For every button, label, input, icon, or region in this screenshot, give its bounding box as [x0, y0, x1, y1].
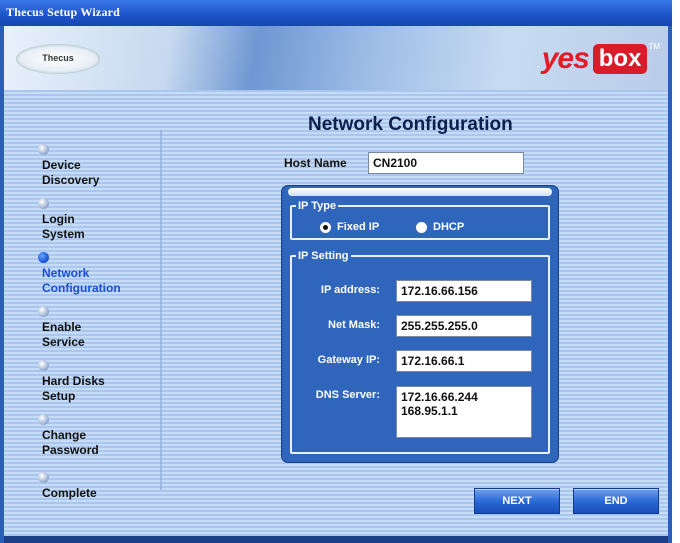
- step-bullet-icon: [38, 414, 49, 425]
- yesbox-logo: yes box TM: [542, 42, 660, 76]
- step-bullet-icon: [38, 472, 49, 483]
- end-button[interactable]: END: [573, 488, 659, 514]
- step-network-configuration: Network Configuration: [38, 252, 121, 296]
- ip-type-legend: IP Type: [298, 200, 337, 212]
- step-hard-disks-setup: Hard Disks Setup: [38, 360, 105, 404]
- fixed-ip-radio[interactable]: Fixed IP: [320, 221, 379, 233]
- thecus-logo-text: Thecus: [42, 53, 74, 63]
- wizard-steps-sidebar: Device Discovery Login System Network Co…: [4, 90, 154, 536]
- ip-address-input[interactable]: 172.16.66.156: [396, 280, 532, 302]
- step-label: Login System: [42, 212, 85, 241]
- net-mask-label: Net Mask:: [328, 319, 380, 331]
- radio-selected-icon: [320, 221, 331, 233]
- host-name-label: Host Name: [284, 156, 347, 170]
- yesbox-logo-box: box: [592, 44, 648, 74]
- ip-address-label: IP address:: [320, 284, 380, 296]
- step-bullet-icon: [38, 306, 49, 317]
- step-bullet-icon: [38, 198, 49, 209]
- step-label: Complete: [42, 486, 97, 500]
- dhcp-label: DHCP: [433, 221, 465, 233]
- title-bar[interactable]: Thecus Setup Wizard: [0, 0, 672, 26]
- panel-highlight: [288, 188, 552, 196]
- radio-unselected-icon: [416, 221, 427, 233]
- setup-wizard-window: Thecus Setup Wizard Thecus yes box TM De…: [0, 0, 672, 543]
- yesbox-logo-yes: yes: [541, 42, 590, 75]
- step-label: Device Discovery: [42, 158, 100, 187]
- step-enable-service: Enable Service: [38, 306, 85, 350]
- page-title: Network Configuration: [308, 114, 513, 135]
- step-change-password: Change Password: [38, 414, 99, 458]
- window-bottom-border: [4, 536, 668, 543]
- step-device-discovery: Device Discovery: [38, 144, 100, 188]
- next-button[interactable]: NEXT: [474, 488, 560, 514]
- fixed-ip-label: Fixed IP: [337, 221, 380, 233]
- net-mask-input[interactable]: 255.255.255.0: [396, 315, 532, 337]
- step-complete: Complete: [38, 472, 97, 501]
- step-label: Change Password: [42, 428, 99, 457]
- network-settings-panel: IP Type Fixed IP DHCP IP Setting IP addr…: [282, 186, 558, 462]
- thecus-logo: Thecus: [16, 44, 100, 74]
- ip-setting-legend: IP Setting: [298, 250, 349, 262]
- gateway-ip-input[interactable]: 172.16.66.1: [396, 350, 532, 372]
- host-name-input[interactable]: CN2100: [368, 152, 524, 174]
- step-login-system: Login System: [38, 198, 85, 242]
- step-bullet-icon: [38, 144, 49, 155]
- wizard-content: Device Discovery Login System Network Co…: [4, 90, 668, 536]
- step-bullet-icon: [38, 360, 49, 371]
- step-label-active: Network Configuration: [42, 266, 121, 295]
- step-label: Hard Disks Setup: [42, 374, 105, 403]
- sidebar-divider: [160, 130, 162, 490]
- ip-type-group: IP Type: [290, 200, 550, 240]
- window-title: Thecus Setup Wizard: [6, 5, 121, 19]
- dns-server-textarea[interactable]: 172.16.66.244 168.95.1.1: [396, 386, 532, 438]
- yesbox-logo-tm: TM: [648, 42, 660, 51]
- banner: Thecus yes box TM: [4, 26, 668, 90]
- dhcp-radio[interactable]: DHCP: [416, 221, 464, 233]
- dns-server-label: DNS Server:: [315, 389, 380, 401]
- step-bullet-active-icon: [38, 252, 49, 263]
- gateway-ip-label: Gateway IP:: [317, 354, 380, 366]
- step-label: Enable Service: [42, 320, 85, 349]
